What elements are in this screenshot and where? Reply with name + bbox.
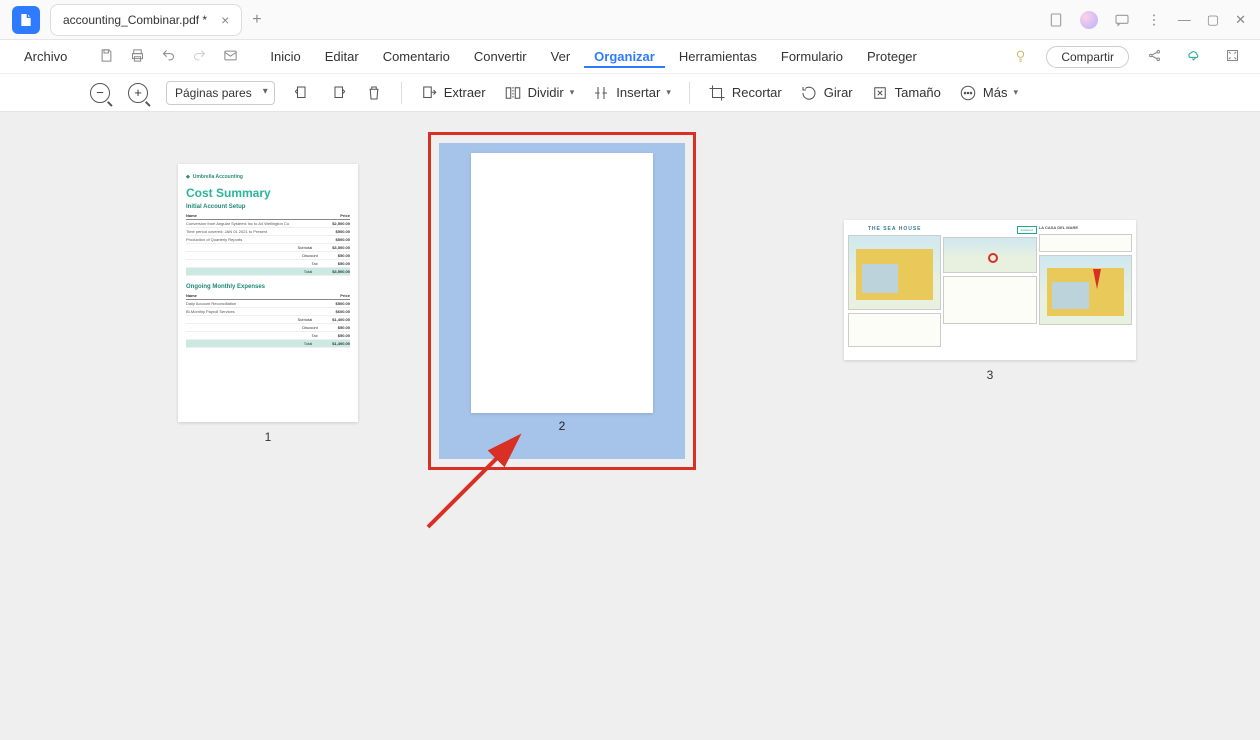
page-number-3: 3 xyxy=(844,368,1136,382)
new-tab-button[interactable]: + xyxy=(252,11,261,29)
selection-highlight: 2 xyxy=(439,143,685,459)
title-bar: accounting_Combinar.pdf * × + — ▢ ✕ xyxy=(0,0,1260,40)
app-logo-icon xyxy=(12,6,40,34)
page-1-preview: Umbrella Accounting Cost Summary Initial… xyxy=(178,164,358,422)
tab-title: accounting_Combinar.pdf * xyxy=(63,13,207,27)
menu-convertir[interactable]: Convertir xyxy=(464,45,537,68)
rotate-left-button[interactable] xyxy=(293,84,311,102)
page-number-1: 1 xyxy=(178,430,358,444)
rotate-button[interactable]: Girar xyxy=(800,84,853,102)
chat-icon[interactable] xyxy=(1114,12,1130,28)
redo-icon[interactable] xyxy=(186,44,213,70)
menu-ver[interactable]: Ver xyxy=(541,45,581,68)
expand-icon[interactable] xyxy=(1219,44,1246,70)
menu-inicio[interactable]: Inicio xyxy=(260,45,310,68)
insert-button[interactable]: Insertar▾ xyxy=(592,84,671,102)
share-button[interactable]: Compartir xyxy=(1046,46,1129,68)
rotate-right-button[interactable] xyxy=(329,84,347,102)
mail-icon[interactable] xyxy=(217,44,244,70)
page-2-preview-blank xyxy=(471,153,653,413)
kebab-menu-icon[interactable] xyxy=(1146,12,1162,28)
save-icon[interactable] xyxy=(93,44,120,70)
separator xyxy=(689,82,690,104)
menu-organizar[interactable]: Organizar xyxy=(584,45,665,68)
book-icon[interactable] xyxy=(1048,12,1064,28)
page-thumbnails-workspace: Umbrella Accounting Cost Summary Initial… xyxy=(0,112,1260,740)
user-avatar-icon[interactable] xyxy=(1080,11,1098,29)
annotation-highlight-box: 2 xyxy=(428,132,696,470)
page-selection-dropdown[interactable]: Páginas pares xyxy=(166,81,275,105)
menu-herramientas[interactable]: Herramientas xyxy=(669,45,767,68)
print-icon[interactable] xyxy=(124,44,151,70)
share-link-icon[interactable] xyxy=(1141,44,1168,70)
page-thumbnail-1[interactable]: Umbrella Accounting Cost Summary Initial… xyxy=(178,164,358,444)
maximize-button[interactable]: ▢ xyxy=(1207,12,1219,28)
menu-bar: Archivo Inicio Editar Comentario Convert… xyxy=(0,40,1260,74)
close-window-button[interactable]: ✕ xyxy=(1235,12,1246,28)
size-button[interactable]: Tamaño xyxy=(871,84,941,102)
menu-proteger[interactable]: Proteger xyxy=(857,45,927,68)
minimize-button[interactable]: — xyxy=(1178,12,1191,27)
page-3-preview: THE SEA HOUSE Featured LA CASA DEL MARE xyxy=(844,220,1136,360)
more-button[interactable]: Más▾ xyxy=(959,84,1018,102)
split-button[interactable]: Dividir▾ xyxy=(504,84,575,102)
zoom-out-button[interactable]: − xyxy=(90,83,110,103)
cloud-sync-icon[interactable] xyxy=(1180,44,1207,70)
page-thumbnail-2-selected[interactable]: 2 xyxy=(428,132,696,470)
lightbulb-icon[interactable] xyxy=(1007,44,1034,70)
close-tab-icon[interactable]: × xyxy=(221,12,229,28)
page-selection-label: Páginas pares xyxy=(175,86,252,100)
organize-toolbar: − + Páginas pares Extraer Dividir▾ Inser… xyxy=(0,74,1260,112)
page-thumbnail-3[interactable]: THE SEA HOUSE Featured LA CASA DEL MARE … xyxy=(844,220,1136,382)
undo-icon[interactable] xyxy=(155,44,182,70)
delete-page-button[interactable] xyxy=(365,84,383,102)
menu-formulario[interactable]: Formulario xyxy=(771,45,853,68)
menu-editar[interactable]: Editar xyxy=(315,45,369,68)
extract-button[interactable]: Extraer xyxy=(420,84,486,102)
menu-file[interactable]: Archivo xyxy=(14,45,77,68)
crop-button[interactable]: Recortar xyxy=(708,84,782,102)
page-number-2: 2 xyxy=(471,419,653,433)
menu-comentario[interactable]: Comentario xyxy=(373,45,460,68)
separator xyxy=(401,82,402,104)
zoom-in-button[interactable]: + xyxy=(128,83,148,103)
document-tab[interactable]: accounting_Combinar.pdf * × xyxy=(50,4,242,36)
